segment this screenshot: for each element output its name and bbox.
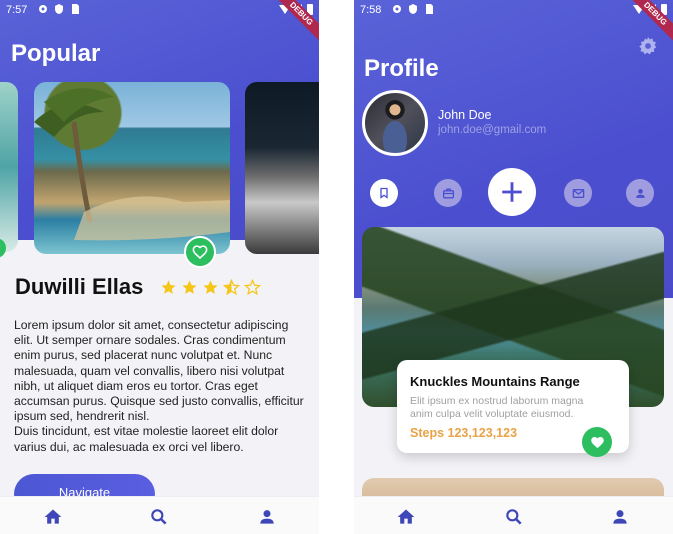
card-title: Knuckles Mountains Range (410, 374, 580, 389)
search-icon[interactable] (504, 507, 524, 527)
place-card-previous[interactable] (0, 82, 18, 252)
gear-icon (393, 5, 401, 13)
popular-screen: 7:57 DEBUG Popular Duwilli Ellas Lorem i… (0, 0, 319, 534)
rating-stars (160, 279, 261, 296)
heart-icon (0, 245, 1, 248)
place-card-next[interactable] (245, 82, 319, 254)
status-bar: 7:58 (354, 0, 673, 20)
avatar[interactable] (362, 90, 428, 156)
favorite-button[interactable] (184, 236, 216, 268)
page-title: Popular (11, 40, 101, 67)
shield-icon (55, 4, 63, 14)
bookmark-button[interactable] (370, 179, 398, 207)
bag-button[interactable] (434, 179, 462, 207)
search-icon[interactable] (149, 507, 169, 527)
status-time: 7:57 (6, 4, 28, 16)
status-time: 7:58 (360, 4, 382, 16)
page-title: Profile (364, 55, 439, 82)
star-half-icon (223, 279, 240, 296)
person-icon[interactable] (257, 507, 277, 527)
star-empty-icon (244, 279, 261, 296)
heart-icon (590, 436, 604, 448)
star-filled-icon (182, 280, 197, 294)
plus-icon (502, 182, 522, 202)
place-card-current[interactable] (34, 82, 230, 254)
palm-tree-image (34, 88, 230, 241)
app-screenshots: 7:57 DEBUG Popular Duwilli Ellas Lorem i… (0, 0, 673, 534)
home-icon[interactable] (396, 507, 416, 527)
mail-icon (572, 188, 584, 198)
add-button[interactable] (488, 168, 536, 216)
shield-icon (409, 4, 417, 14)
sim-card-icon (426, 4, 433, 14)
place-description: Lorem ipsum dolor sit amet, consectetur … (14, 318, 304, 454)
user-name: John Doe (438, 108, 492, 122)
card-steps: Steps 123,123,123 (410, 426, 518, 440)
star-filled-icon (203, 280, 218, 294)
bag-icon (442, 188, 454, 198)
status-bar: 7:57 (0, 0, 319, 20)
bookmark-icon (380, 187, 388, 199)
person-icon (635, 188, 645, 198)
gear-icon (39, 5, 47, 13)
home-icon[interactable] (43, 507, 63, 527)
favorite-button[interactable] (582, 427, 612, 457)
bottom-navigation (0, 496, 319, 534)
star-filled-icon (161, 280, 176, 294)
heart-icon (192, 245, 208, 260)
place-title: Duwilli Ellas (15, 274, 144, 299)
mail-button[interactable] (564, 179, 592, 207)
profile-screen: 7:58 DEBUG Profile John Doe john.doe@gma… (354, 0, 673, 534)
sim-card-icon (72, 4, 79, 14)
person-icon[interactable] (610, 507, 630, 527)
card-description: Elit ipsum ex nostrud laborum magna anim… (410, 395, 584, 420)
profile-button[interactable] (626, 179, 654, 207)
settings-icon[interactable] (638, 36, 658, 56)
bottom-navigation (354, 496, 673, 534)
user-email: john.doe@gmail.com (438, 124, 547, 136)
